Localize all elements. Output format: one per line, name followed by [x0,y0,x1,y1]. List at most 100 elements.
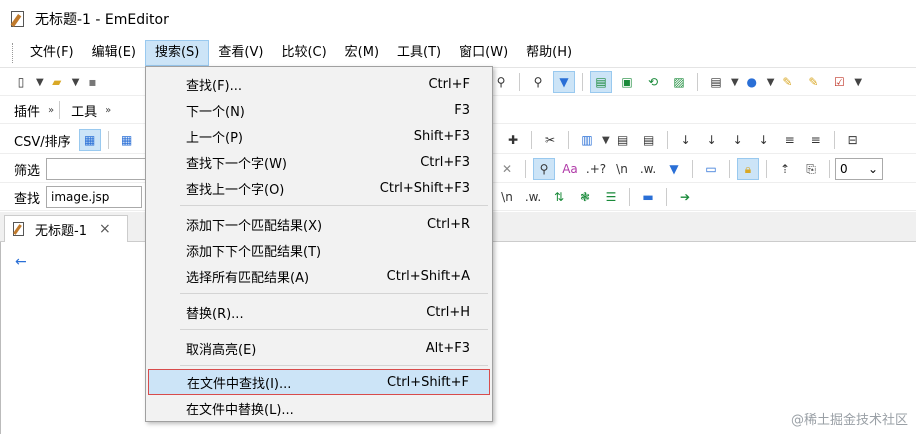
menu-item-find-next[interactable]: 下一个(N) F3 [148,97,490,123]
menu-edit[interactable]: 编辑(E) [83,41,145,65]
filter-clear-icon[interactable]: ▼ [663,158,685,180]
menu-item-replace[interactable]: 替换(R)... Ctrl+H [148,299,490,325]
menu-item-select-all-matches[interactable]: 选择所有匹配结果(A) Ctrl+Shift+A [148,263,490,289]
split-icon[interactable]: ▣ [616,71,638,93]
csv-grid-icon[interactable]: ▦ [78,129,101,151]
lock-icon[interactable]: 🔒︎ [737,158,759,180]
menu-compare[interactable]: 比较(C) [272,41,335,65]
bookmark-icon[interactable]: ⇡ [774,158,796,180]
sort-az-icon[interactable]: ↓ [675,129,697,151]
menu-item-label: 选择所有匹配结果(A) [186,270,310,286]
sort-za-icon[interactable]: ↓ [701,129,723,151]
sync-icon[interactable]: ⟲ [642,71,664,93]
sort-lines-desc-icon[interactable]: ≡ [805,129,827,151]
menu-item-find-previous-word[interactable]: 查找上一个字(O) Ctrl+Shift+F3 [148,175,490,201]
find-input[interactable]: image.jsp [46,186,143,208]
checklist-icon[interactable]: ☑ [828,71,850,93]
menu-view[interactable]: 查看(V) [209,41,272,65]
window-icon[interactable]: ▭ [700,158,722,180]
sort-lines-icon[interactable]: ≡ [779,129,801,151]
toolbar-separator [666,188,667,206]
chevron-down-icon[interactable]: ▼ [854,77,862,88]
menu-item-label: 在文件中查找(I)... [187,376,292,392]
menu-item-find-in-files[interactable]: 在文件中查找(I)... Ctrl+Shift+F [148,369,490,395]
menu-macro[interactable]: 宏(M) [336,41,388,65]
list-icon[interactable]: ▤ [612,129,634,151]
highlight-icon[interactable]: ❃ [574,186,596,208]
toolbar-separator [568,131,569,149]
globe-icon[interactable]: ● [741,71,763,93]
find-label: 查找 [14,191,41,207]
menu-item-add-next-match[interactable]: 添加下一个匹配结果(X) Ctrl+R [148,211,490,237]
tools-icon[interactable]: ✂ [539,129,561,151]
menu-file[interactable]: 文件(F) [21,41,83,65]
table-view-icon[interactable]: ▤ [590,71,612,93]
picture-icon[interactable]: ▨ [668,71,690,93]
tab-label: 无标题-1 [35,223,87,239]
list-icon[interactable]: ▤ [638,129,660,151]
menu-help[interactable]: 帮助(H) [517,41,581,65]
menubar-grip[interactable] [12,42,15,63]
whole-word-icon[interactable]: .w. [637,158,659,180]
columns-icon[interactable]: ▥ [576,129,598,151]
menu-item-replace-in-files[interactable]: 在文件中替换(L)... [148,395,490,421]
chevron-down-icon[interactable]: ▼ [36,77,44,88]
filter-icon[interactable]: ▼ [553,71,575,93]
table-icon[interactable]: ▦ [116,129,138,151]
escape-sequence-icon[interactable]: \n [496,186,518,208]
plugins-label[interactable]: 插件 [8,101,46,120]
open-folder-icon[interactable]: ▰ [46,71,68,93]
context-lines-select[interactable]: 0 ⌄ [835,158,883,180]
chevron-down-icon[interactable]: ▼ [602,135,610,146]
list-results-icon[interactable]: ☰ [600,186,622,208]
match-case-icon[interactable]: Aa [559,158,581,180]
add-column-icon[interactable]: ✚ [502,129,524,151]
copy-icon[interactable]: ⎘ [800,158,822,180]
edit-icon[interactable]: ✎ [776,71,798,93]
menu-item-shortcut: Ctrl+F [428,76,470,92]
regex-icon[interactable]: .+? [585,158,607,180]
clear-filter-icon[interactable]: ✕ [496,158,518,180]
sort-90-icon[interactable]: ↓ [753,129,775,151]
menu-tools[interactable]: 工具(T) [388,41,450,65]
whole-word-icon[interactable]: .w. [522,186,544,208]
menu-item-find-previous[interactable]: 上一个(P) Shift+F3 [148,123,490,149]
search-menu-dropdown: 查找(F)... Ctrl+F 下一个(N) F3 上一个(P) Shift+F3 查… [145,66,493,422]
find-next-icon[interactable]: ⚲ [527,71,549,93]
find-in-files-icon[interactable]: ▬ [637,186,659,208]
close-icon[interactable]: × [99,221,111,237]
menu-item-label: 查找(F)... [186,78,243,94]
toolbar-separator [766,160,767,178]
menu-item-add-following-match[interactable]: 添加下下个匹配结果(T) [148,237,490,263]
menu-item-shortcut: Ctrl+Shift+F3 [379,180,470,196]
menu-search[interactable]: 搜索(S) [144,39,210,66]
chevron-more-icon[interactable]: » [48,105,54,116]
menu-window[interactable]: 窗口(W) [450,41,517,65]
find-icon[interactable]: ⚲ [490,71,512,93]
menu-item-label: 查找上一个字(O) [186,182,285,198]
macro-icon[interactable]: ✎ [802,71,824,93]
csv-sort-label[interactable]: CSV/排序 [8,131,77,150]
new-file-icon[interactable]: ▯ [10,71,32,93]
chevron-more-icon[interactable]: » [105,105,111,116]
menu-separator [180,293,488,294]
go-icon[interactable]: ➔ [674,186,696,208]
app-icon [9,10,27,28]
search-icon[interactable]: ⚲ [533,158,555,180]
filter-input[interactable] [46,158,147,180]
menu-item-shortcut: Ctrl+F3 [420,154,470,170]
sort-09-icon[interactable]: ↓ [727,129,749,151]
save-icon[interactable]: ▪ [81,71,103,93]
chevron-down-icon[interactable]: ▼ [767,77,775,88]
menu-item-find[interactable]: 查找(F)... Ctrl+F [148,71,490,97]
tools-label[interactable]: 工具 [65,101,103,120]
chevron-down-icon[interactable]: ▼ [72,77,80,88]
chevron-down-icon[interactable]: ▼ [731,77,739,88]
export-icon[interactable]: ⊟ [842,129,864,151]
tab-untitled[interactable]: 无标题-1 × [4,215,128,242]
menu-item-find-next-word[interactable]: 查找下一个字(W) Ctrl+F3 [148,149,490,175]
find-direction-icon[interactable]: ⇅ [548,186,570,208]
menu-item-clear-highlight[interactable]: 取消高亮(E) Alt+F3 [148,335,490,361]
escape-sequence-icon[interactable]: \n [611,158,633,180]
document-icon[interactable]: ▤ [705,71,727,93]
